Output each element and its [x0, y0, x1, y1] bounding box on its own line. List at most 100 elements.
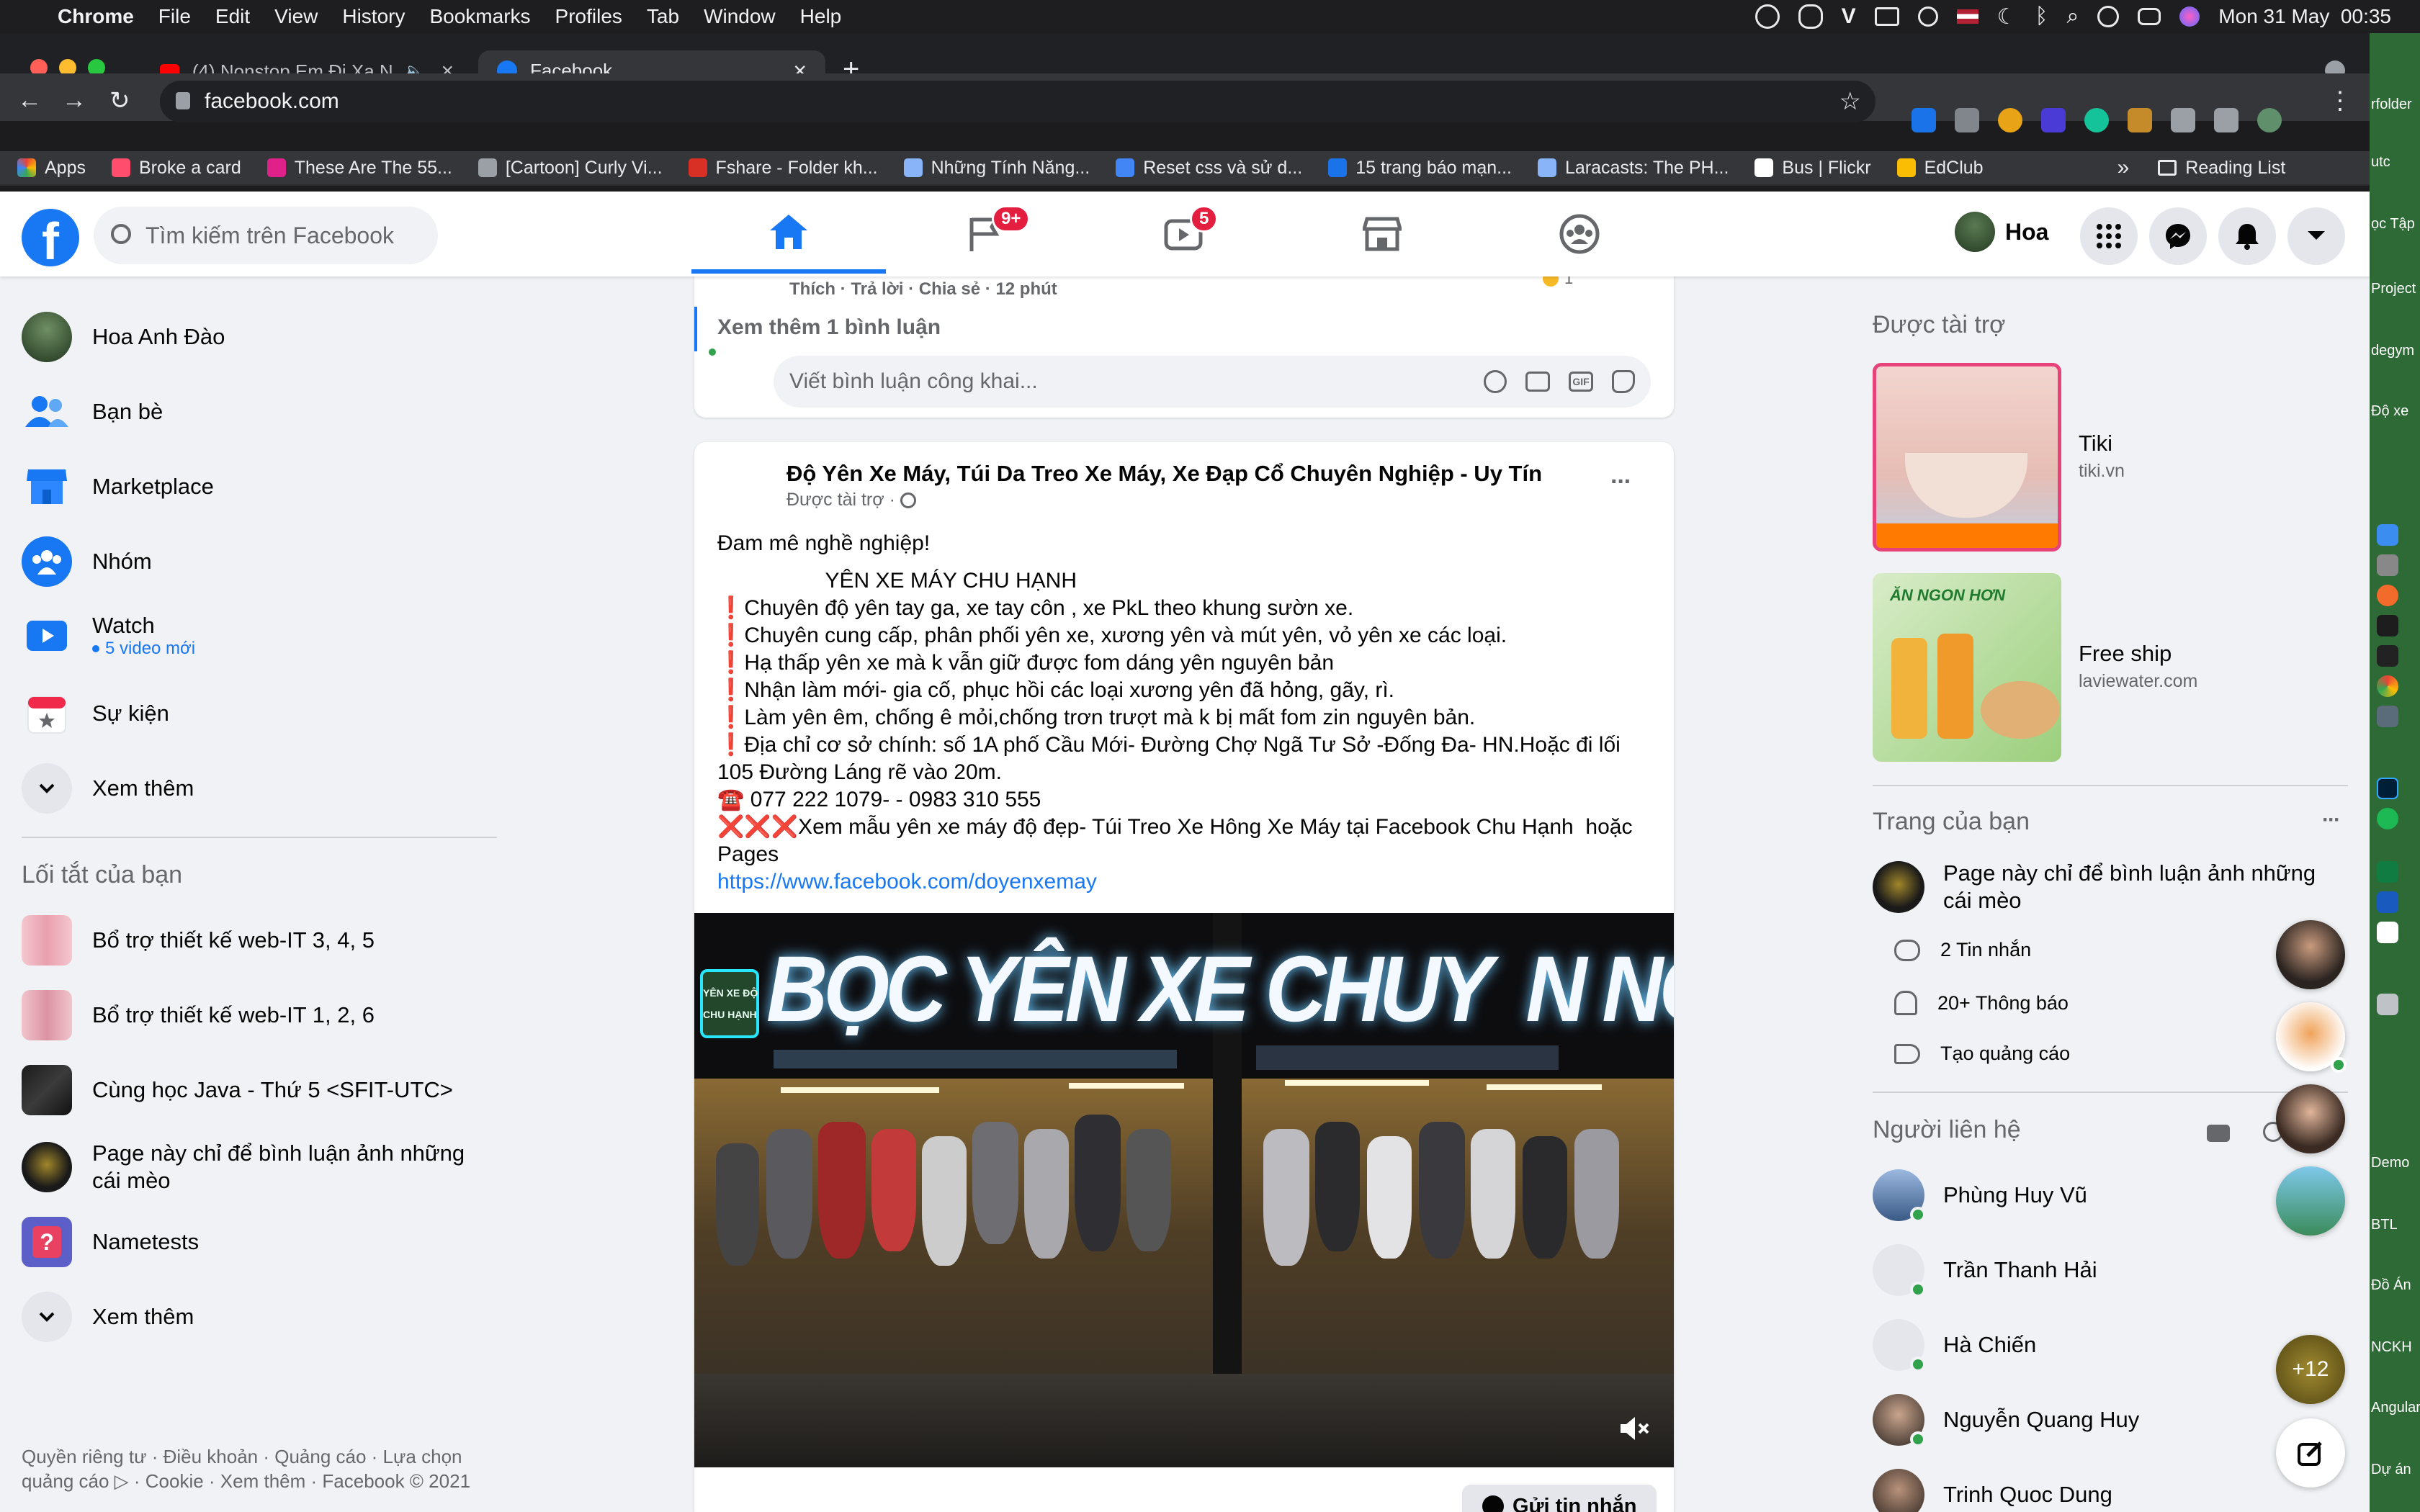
- tray-v-icon[interactable]: V: [1842, 4, 1856, 29]
- desktop-folder-label[interactable]: BTL: [2371, 1217, 2398, 1233]
- menu-app-chrome[interactable]: Chrome: [58, 5, 134, 28]
- dock-app-icon[interactable]: [2377, 554, 2398, 576]
- bookmark-star-icon[interactable]: ☆: [1839, 87, 1861, 116]
- sidebar-item-marketplace[interactable]: Marketplace: [22, 454, 214, 519]
- menu-view[interactable]: View: [274, 5, 318, 28]
- reload-icon[interactable]: ↻: [109, 86, 130, 115]
- facebook-footer[interactable]: Quyền riêng tư · Điều khoản · Quảng cáo …: [22, 1444, 497, 1493]
- sidebar-item-groups[interactable]: Nhóm: [22, 529, 152, 594]
- extensions-puzzle-icon[interactable]: [2171, 108, 2195, 132]
- emoji-icon[interactable]: [1484, 370, 1507, 393]
- sidebar-item-profile[interactable]: Hoa Anh Đào: [22, 305, 225, 369]
- facebook-search-input[interactable]: Tìm kiếm trên Facebook: [94, 207, 438, 264]
- post-options-button[interactable]: ···: [1610, 468, 1632, 496]
- chat-head[interactable]: [2276, 920, 2345, 989]
- bookmark-item[interactable]: Broke a card: [111, 151, 241, 184]
- profile-chip[interactable]: Hoa: [1955, 212, 2048, 252]
- comment-input[interactable]: Viết bình luận công khai... GIF: [774, 356, 1651, 408]
- tray-control-center-icon[interactable]: [2138, 8, 2161, 25]
- menu-file[interactable]: File: [158, 5, 191, 28]
- contact-item[interactable]: Phùng Huy Vũ: [1873, 1169, 2087, 1223]
- contact-item[interactable]: Trần Thanh Hải: [1873, 1244, 2097, 1297]
- tray-moon-icon[interactable]: ☾: [1997, 4, 2017, 30]
- bookmark-item[interactable]: Bus | Flickr: [1754, 151, 1871, 184]
- nav-watch-tab[interactable]: 5: [1086, 194, 1281, 274]
- shortcut-item[interactable]: Bổ trợ thiết kế web-IT 3, 4, 5: [22, 908, 375, 973]
- back-icon[interactable]: ←: [17, 86, 42, 114]
- shortcut-item[interactable]: ? Nametests: [22, 1210, 199, 1274]
- bookmark-item[interactable]: Fshare - Folder kh...: [688, 151, 878, 184]
- sidebar-item-friends[interactable]: Bạn bè: [22, 379, 163, 444]
- notifications-button[interactable]: [2218, 207, 2276, 265]
- chat-head-more[interactable]: +12: [2276, 1335, 2345, 1404]
- bookmarks-overflow-button[interactable]: »: [2118, 156, 2130, 180]
- shortcuts-see-more[interactable]: Xem thêm: [22, 1284, 194, 1349]
- post-video[interactable]: YÊN XE ĐỘ CHU HẠNH BỌC YÊN XE CHUY N NGH…: [694, 913, 1674, 1467]
- dock-spotify-icon[interactable]: [2377, 808, 2398, 829]
- extension-d-icon[interactable]: [2041, 108, 2066, 132]
- bookmark-item[interactable]: [Cartoon] Curly Vi...: [478, 151, 663, 184]
- tray-siri-icon[interactable]: [2179, 6, 2200, 27]
- dock-app-icon[interactable]: [2377, 706, 2398, 727]
- shortcut-item[interactable]: Bổ trợ thiết kế web-IT 1, 2, 6: [22, 983, 375, 1048]
- menu-help[interactable]: Help: [800, 5, 842, 28]
- desktop-folder-label[interactable]: NCKH: [2371, 1339, 2412, 1356]
- account-menu-button[interactable]: [2287, 207, 2345, 265]
- menu-edit[interactable]: Edit: [215, 5, 250, 28]
- sticker-icon[interactable]: [1612, 370, 1635, 393]
- dock-word-icon[interactable]: [2377, 891, 2398, 913]
- tray-search-icon[interactable]: ⌕: [2066, 4, 2079, 29]
- bookmark-item[interactable]: Reset css và sử d...: [1116, 151, 1302, 184]
- desktop-folder-label[interactable]: utc: [2371, 154, 2390, 171]
- dock-webstorm-icon[interactable]: [2377, 615, 2398, 636]
- extension-picture-icon[interactable]: [1955, 108, 1979, 132]
- mute-button[interactable]: [1618, 1414, 1651, 1443]
- shortcut-item[interactable]: Cùng học Java - Thứ 5 <SFIT-UTC>: [22, 1058, 453, 1122]
- contact-item[interactable]: Hà Chiến: [1873, 1319, 2036, 1372]
- reading-mode-icon[interactable]: [2214, 108, 2238, 132]
- create-ad-link[interactable]: Tạo quảng cáo: [1894, 1043, 2070, 1065]
- dock-excel-icon[interactable]: [2377, 861, 2398, 883]
- bookmark-item[interactable]: These Are The 55...: [266, 151, 452, 184]
- nav-groups-tab[interactable]: [1482, 194, 1677, 274]
- sidebar-see-more[interactable]: Xem thêm: [22, 756, 194, 821]
- desktop-folder-label[interactable]: Độ xe: [2371, 403, 2408, 420]
- tray-vpn-icon[interactable]: [1798, 4, 1823, 29]
- tray-app-icon[interactable]: [1754, 4, 1780, 29]
- menu-history[interactable]: History: [342, 5, 405, 28]
- extension-honey-icon[interactable]: [1998, 108, 2022, 132]
- profile-avatar-icon[interactable]: [2257, 108, 2282, 132]
- dock-photoshop-icon[interactable]: [2377, 778, 2398, 799]
- desktop-folder-label[interactable]: Project: [2371, 281, 2416, 297]
- forward-icon[interactable]: →: [62, 86, 86, 114]
- reading-list-button[interactable]: Reading List: [2158, 151, 2285, 184]
- dock-trash-icon[interactable]: [2377, 994, 2398, 1015]
- sponsored-label[interactable]: Được tài trợ ·: [786, 490, 900, 510]
- nav-marketplace-tab[interactable]: [1285, 194, 1479, 274]
- facebook-logo-icon[interactable]: f: [22, 209, 79, 266]
- contact-item[interactable]: Nguyễn Quang Huy: [1873, 1394, 2139, 1447]
- nav-pages-tab[interactable]: 9+: [887, 194, 1082, 274]
- dock-intellij-icon[interactable]: [2377, 645, 2398, 667]
- gif-icon[interactable]: GIF: [1569, 372, 1593, 392]
- menu-window[interactable]: Window: [704, 5, 776, 28]
- desktop-folder-label[interactable]: Demo: [2371, 1155, 2409, 1171]
- chat-head[interactable]: [2276, 1084, 2345, 1153]
- menu-bookmarks[interactable]: Bookmarks: [429, 5, 530, 28]
- menu-profiles[interactable]: Profiles: [555, 5, 622, 28]
- clock[interactable]: Mon 31 May 00:35: [2218, 5, 2391, 28]
- messenger-button[interactable]: [2149, 207, 2207, 265]
- send-message-button[interactable]: Gửi tin nhắn: [1462, 1485, 1657, 1512]
- desktop-folder-label[interactable]: Đồ Án: [2371, 1277, 2411, 1294]
- page-notifications-link[interactable]: 20+ Thông báo: [1894, 991, 2069, 1015]
- video-call-icon[interactable]: [2207, 1125, 2230, 1142]
- chrome-menu-icon[interactable]: ⋮: [2328, 86, 2352, 115]
- desktop-folder-label[interactable]: ọc Tập: [2371, 216, 2415, 233]
- dock-finder-icon[interactable]: [2377, 524, 2398, 546]
- comment-actions[interactable]: Thích · Trả lời · Chia sẻ · 12 phút: [789, 279, 1057, 300]
- tray-user-icon[interactable]: [2097, 6, 2120, 27]
- bookmark-item[interactable]: Laracasts: The PH...: [1538, 151, 1729, 184]
- bookmark-apps[interactable]: Apps: [17, 151, 86, 184]
- ad-lavie[interactable]: ĂN NGON HƠN Free ship laviewater.com: [1873, 573, 2233, 762]
- extension-j-icon[interactable]: [1912, 108, 1936, 132]
